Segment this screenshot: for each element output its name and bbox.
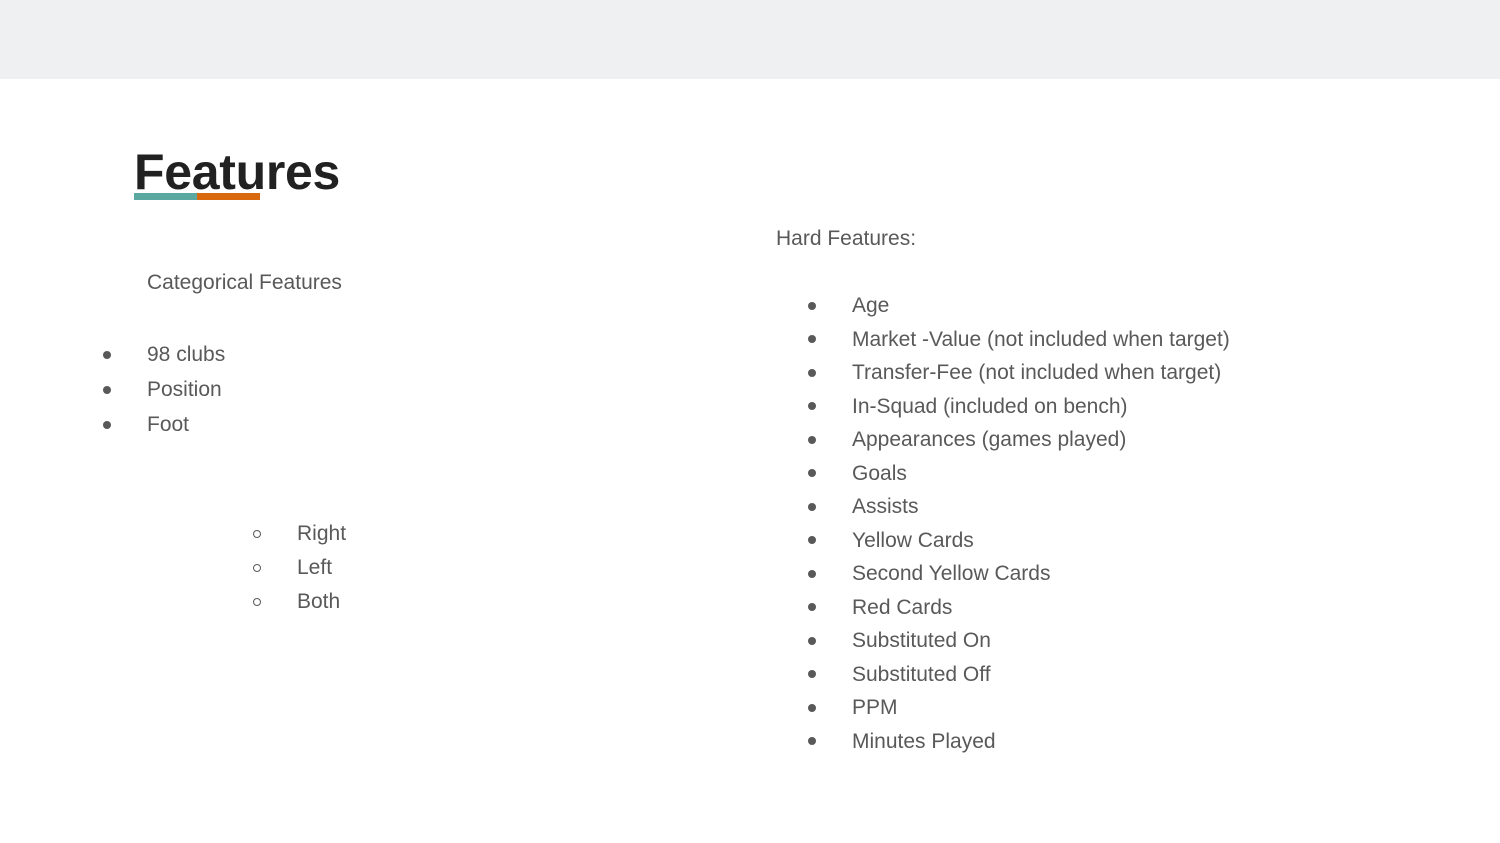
bullet-disc-icon xyxy=(808,402,816,411)
list-item-label: PPM xyxy=(852,696,898,720)
left-column-heading: Categorical Features xyxy=(147,271,342,294)
bullet-disc-icon xyxy=(808,435,816,444)
list-item: Foot xyxy=(103,407,225,442)
accent-segment-teal xyxy=(134,193,197,200)
list-item-label: Appearances (games played) xyxy=(852,428,1127,452)
bullet-circle-icon xyxy=(253,530,261,538)
bullet-disc-icon xyxy=(808,670,816,679)
list-item-label: Red Cards xyxy=(852,595,953,619)
bullet-disc-icon xyxy=(808,335,816,344)
list-item-label: Transfer-Fee (not included when target) xyxy=(852,361,1222,385)
top-toolbar-band xyxy=(0,0,1500,79)
list-item-label: Position xyxy=(147,378,222,401)
list-item: Minutes Played xyxy=(808,725,1230,759)
list-item-label: Second Yellow Cards xyxy=(852,562,1051,586)
bullet-disc-icon xyxy=(808,569,816,578)
list-item: Yellow Cards xyxy=(808,524,1230,558)
list-item-label: Foot xyxy=(147,413,190,436)
list-item-label: Right xyxy=(297,522,347,545)
list-item: PPM xyxy=(808,691,1230,725)
list-item-label: Assists xyxy=(852,495,919,519)
list-item-label: Left xyxy=(297,556,333,579)
bullet-disc-icon xyxy=(808,603,816,612)
list-item-label: Minutes Played xyxy=(852,729,996,753)
list-item: In-Squad (included on bench) xyxy=(808,390,1230,424)
slide-canvas: Features Categorical Features 98 clubs P… xyxy=(0,79,1500,843)
list-item-label: 98 clubs xyxy=(147,343,226,366)
list-item: Substituted On xyxy=(808,624,1230,658)
page-title: Features xyxy=(134,143,341,200)
list-item: Age xyxy=(808,289,1230,323)
list-item-label: Substituted Off xyxy=(852,662,991,686)
list-item-label: Age xyxy=(852,294,890,318)
list-item: Second Yellow Cards xyxy=(808,557,1230,591)
list-item: Goals xyxy=(808,457,1230,491)
accent-rule xyxy=(134,193,260,200)
list-item-label: Yellow Cards xyxy=(852,528,974,552)
list-item-label: Goals xyxy=(852,461,907,485)
bullet-circle-icon xyxy=(253,564,261,572)
bullet-disc-icon xyxy=(808,502,816,511)
list-item: 98 clubs xyxy=(103,337,225,372)
list-item: Substituted Off xyxy=(808,658,1230,692)
foot-options-sublist: Right Left Both xyxy=(253,517,346,619)
list-item: Right xyxy=(253,517,346,551)
bullet-disc-icon xyxy=(808,469,816,478)
list-item-label: Both xyxy=(297,590,341,613)
list-item-label: Market -Value (not included when target) xyxy=(852,327,1230,351)
bullet-circle-icon xyxy=(253,598,261,606)
list-item: Market -Value (not included when target) xyxy=(808,323,1230,357)
categorical-features-list: 98 clubs Position Foot xyxy=(103,337,225,442)
bullet-disc-icon xyxy=(808,737,816,746)
bullet-disc-icon xyxy=(808,536,816,545)
list-item-label: In-Squad (included on bench) xyxy=(852,394,1128,418)
list-item: Appearances (games played) xyxy=(808,423,1230,457)
bullet-disc-icon xyxy=(103,420,111,429)
hard-features-list: Age Market -Value (not included when tar… xyxy=(808,289,1230,758)
bullet-disc-icon xyxy=(808,703,816,712)
bullet-disc-icon xyxy=(103,350,111,359)
bullet-disc-icon xyxy=(808,368,816,377)
list-item-label: Substituted On xyxy=(852,629,991,653)
accent-segment-orange xyxy=(197,193,260,200)
bullet-disc-icon xyxy=(103,385,111,394)
list-item: Red Cards xyxy=(808,591,1230,625)
list-item: Position xyxy=(103,372,225,407)
right-column-heading: Hard Features: xyxy=(776,227,917,250)
list-item: Transfer-Fee (not included when target) xyxy=(808,356,1230,390)
bullet-disc-icon xyxy=(808,301,816,310)
list-item: Left xyxy=(253,551,346,585)
list-item: Both xyxy=(253,585,346,619)
list-item: Assists xyxy=(808,490,1230,524)
bullet-disc-icon xyxy=(808,636,816,645)
